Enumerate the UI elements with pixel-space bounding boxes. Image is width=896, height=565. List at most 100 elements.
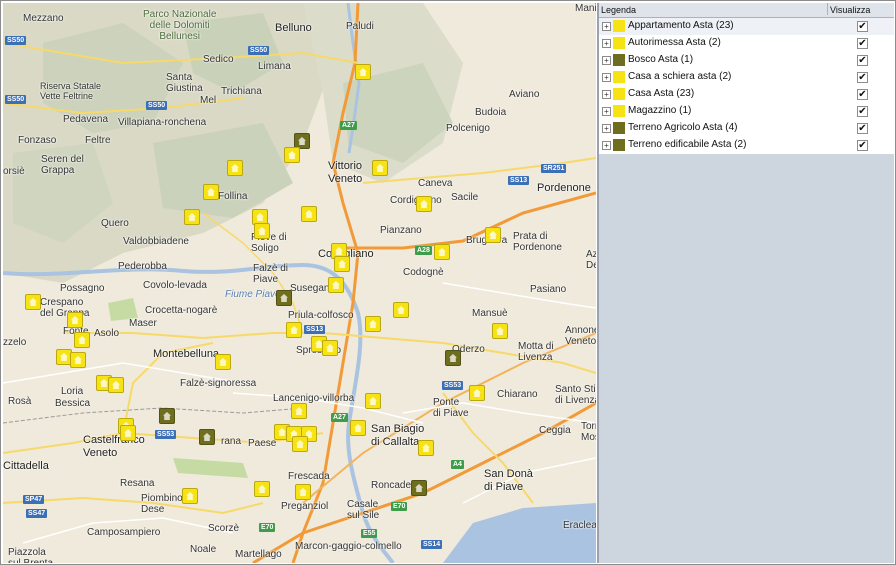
marker-property[interactable] <box>182 488 198 504</box>
expand-icon[interactable]: + <box>602 56 611 65</box>
visibility-header-label[interactable]: Visualizza <box>827 3 870 15</box>
marker-property[interactable] <box>215 354 231 370</box>
marker-property[interactable] <box>365 316 381 332</box>
expand-icon[interactable]: + <box>602 90 611 99</box>
visibility-checkbox[interactable]: ✔ <box>857 38 868 49</box>
place-priula: Priula-colfosco <box>288 310 354 321</box>
road-ss47: SS47 <box>26 509 48 518</box>
legend-header: Legenda Visualizza <box>599 3 894 18</box>
legend-item-casa[interactable]: + Casa Asta (23) ✔ <box>599 86 894 103</box>
place-belluno: Belluno <box>275 22 312 34</box>
swatch-icon <box>613 37 625 49</box>
place-falze: Falzè di Piave <box>253 263 289 285</box>
place-mel: Mel <box>200 95 217 106</box>
legend-item-terreno-edificabile[interactable]: + Terreno edificabile Asta (2) ✔ <box>599 137 894 154</box>
place-rosa: Rosà <box>8 396 32 407</box>
marker-property[interactable] <box>203 184 219 200</box>
marker-property[interactable] <box>254 481 270 497</box>
expand-icon[interactable]: + <box>602 107 611 116</box>
marker-property[interactable] <box>328 277 344 293</box>
marker-property[interactable] <box>393 302 409 318</box>
place-valdobbiadene: Valdobbiadene <box>123 236 189 247</box>
legend-header-label: Legenda <box>601 5 637 15</box>
place-loria: Loria <box>61 386 84 397</box>
road-a27-b: A27 <box>331 413 348 422</box>
place-mussolente: zzelo <box>3 337 27 348</box>
legend-item-autorimessa[interactable]: + Autorimessa Asta (2) ✔ <box>599 35 894 52</box>
marker-property[interactable] <box>492 323 508 339</box>
marker-land[interactable] <box>199 429 215 445</box>
marker-land[interactable] <box>276 290 292 306</box>
place-sedico: Sedico <box>203 54 234 65</box>
expand-icon[interactable]: + <box>602 39 611 48</box>
legend-item-magazzino[interactable]: + Magazzino (1) ✔ <box>599 103 894 120</box>
road-ss50-b: SS50 <box>248 46 270 55</box>
place-paese: Paese <box>248 438 277 449</box>
marker-property[interactable] <box>295 484 311 500</box>
marker-property[interactable] <box>418 440 434 456</box>
marker-property[interactable] <box>322 340 338 356</box>
marker-property[interactable] <box>291 403 307 419</box>
place-piombino: Piombino Dese <box>141 493 183 515</box>
marker-property[interactable] <box>284 147 300 163</box>
place-feltre: Feltre <box>85 135 111 146</box>
marker-property[interactable] <box>227 160 243 176</box>
marker-land[interactable] <box>411 480 427 496</box>
marker-property[interactable] <box>485 227 501 243</box>
visibility-checkbox[interactable]: ✔ <box>857 106 868 117</box>
legend-item-casa-schiera[interactable]: + Casa a schiera asta (2) ✔ <box>599 69 894 86</box>
road-a27-a: A27 <box>340 121 357 130</box>
place-pederobba: Pederobba <box>118 261 167 272</box>
visibility-checkbox[interactable]: ✔ <box>857 123 868 134</box>
place-santo-stino: Santo Stino di Livenza <box>555 384 596 406</box>
legend-item-terreno-agricolo[interactable]: + Terreno Agricolo Asta (4) ✔ <box>599 120 894 137</box>
place-aviano: Aviano <box>509 89 540 100</box>
marker-property[interactable] <box>254 223 270 239</box>
legend-panel: Legenda Visualizza + Appartamento Asta (… <box>599 3 894 563</box>
marker-property[interactable] <box>25 294 41 310</box>
place-possagno: Possagno <box>60 283 105 294</box>
swatch-icon <box>613 20 625 32</box>
marker-property[interactable] <box>108 377 124 393</box>
marker-property[interactable] <box>67 312 83 328</box>
marker-property[interactable] <box>301 206 317 222</box>
marker-property[interactable] <box>70 352 86 368</box>
visibility-checkbox[interactable]: ✔ <box>857 140 868 151</box>
legend-list: + Appartamento Asta (23) ✔ + Autorimessa… <box>599 18 894 154</box>
place-preganziol: Preganziol <box>281 501 329 512</box>
marker-property[interactable] <box>434 244 450 260</box>
road-e55: E55 <box>361 529 378 538</box>
marker-property[interactable] <box>334 256 350 272</box>
marker-property[interactable] <box>286 322 302 338</box>
expand-icon[interactable]: + <box>602 124 611 133</box>
marker-property[interactable] <box>350 420 366 436</box>
marker-property[interactable] <box>365 393 381 409</box>
expand-icon[interactable]: + <box>602 141 611 150</box>
place-pedavena: Pedavena <box>63 114 109 125</box>
marker-property[interactable] <box>355 64 371 80</box>
marker-property[interactable] <box>74 332 90 348</box>
place-trichiana: Trichiana <box>221 86 262 97</box>
visibility-checkbox[interactable]: ✔ <box>857 21 868 32</box>
legend-item-bosco[interactable]: + Bosco Asta (1) ✔ <box>599 52 894 69</box>
marker-property[interactable] <box>469 385 485 401</box>
marker-property[interactable] <box>184 209 200 225</box>
marker-property[interactable] <box>120 425 136 441</box>
place-follina: Follina <box>218 191 248 202</box>
visibility-checkbox[interactable]: ✔ <box>857 89 868 100</box>
marker-land[interactable] <box>445 350 461 366</box>
expand-icon[interactable]: + <box>602 22 611 31</box>
visibility-checkbox[interactable]: ✔ <box>857 55 868 66</box>
marker-property[interactable] <box>292 436 308 452</box>
expand-icon[interactable]: + <box>602 73 611 82</box>
place-frescada: Frescada <box>288 471 330 482</box>
marker-property[interactable] <box>372 160 388 176</box>
place-budoia: Budoia <box>475 107 507 118</box>
marker-property[interactable] <box>416 196 432 212</box>
legend-item-appartamento[interactable]: + Appartamento Asta (23) ✔ <box>599 18 894 35</box>
visibility-checkbox[interactable]: ✔ <box>857 72 868 83</box>
marker-land[interactable] <box>159 408 175 424</box>
place-fiume-piave: Fiume Piave <box>225 289 281 300</box>
legend-item-label: Casa Asta (23) <box>628 88 695 99</box>
map-view[interactable]: Mezzano Parco Nazionale delle Dolomiti B… <box>3 3 596 563</box>
